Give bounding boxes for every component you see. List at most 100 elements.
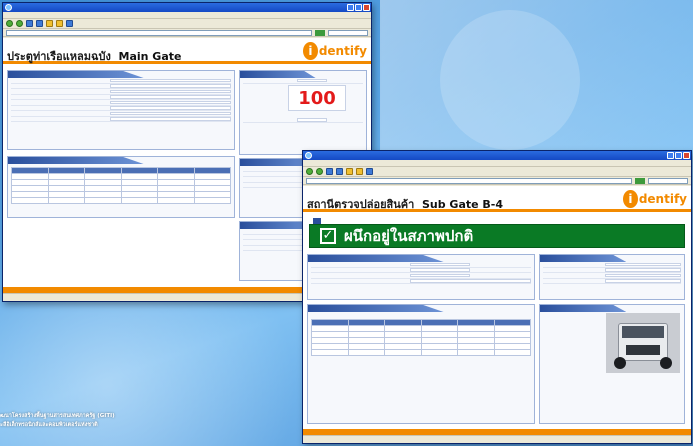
logo-mark: i: [303, 42, 318, 60]
page-title: สถานีตรวจปล่อยสินค้า Sub Gate B-4: [307, 195, 503, 213]
panel-header: [8, 71, 144, 78]
page-title-thai: สถานีตรวจปล่อยสินค้า: [307, 198, 415, 211]
forward-icon[interactable]: [316, 168, 323, 175]
footer-caption: ฒนาโครงสร้างพื้นฐานสารสนเทศภาครัฐ (GITI)…: [0, 412, 115, 430]
field: [110, 100, 231, 104]
minimize-button[interactable]: [667, 152, 674, 159]
back-icon[interactable]: [6, 20, 13, 27]
seal-history-panel: [307, 304, 535, 424]
ie-icon: [5, 4, 12, 11]
search-input[interactable]: [648, 177, 688, 184]
close-button[interactable]: [683, 152, 690, 159]
panel-header: [540, 305, 627, 312]
field: [297, 118, 327, 122]
field: [410, 273, 470, 277]
page-title-thai: ประตูท่าเรือแหลมฉบัง: [7, 50, 111, 63]
cargo-info-panel: [307, 254, 535, 300]
field: [110, 111, 231, 115]
logo-mark: i: [623, 190, 638, 208]
caption-line-1: ฒนาโครงสร้างพื้นฐานสารสนเทศภาครัฐ (GITI): [0, 413, 115, 419]
address-bar: [303, 177, 691, 185]
ie-icon: [305, 152, 312, 159]
close-button[interactable]: [363, 4, 370, 11]
form-row: [243, 118, 363, 123]
form-row: [11, 117, 231, 122]
field: [410, 262, 470, 266]
address-input[interactable]: [306, 177, 632, 184]
page-title-en: Main Gate: [118, 50, 182, 63]
page-title-en: Sub Gate B-4: [421, 198, 504, 211]
truck-windshield: [622, 326, 664, 338]
browser-window-sub-gate: สถานีตรวจปล่อยสินค้า Sub Gate B-4 i denti…: [302, 150, 692, 444]
favorites-icon[interactable]: [356, 168, 363, 175]
table-row[interactable]: [311, 349, 531, 356]
seal-status-message: ผนึกอยู่ในสภาพปกติ: [344, 227, 474, 245]
form-row: [543, 279, 681, 284]
field: [410, 279, 531, 283]
window-controls: [347, 4, 370, 11]
go-button[interactable]: [635, 177, 645, 184]
mail-icon[interactable]: [366, 168, 373, 175]
home-icon[interactable]: [46, 20, 53, 27]
vehicle-photo-panel: [539, 304, 685, 424]
history-panel: [7, 156, 235, 218]
seal-history-table: [311, 319, 531, 356]
logo-word: dentify: [318, 44, 367, 58]
go-button[interactable]: [315, 29, 325, 36]
field: [605, 273, 681, 277]
favorites-icon[interactable]: [56, 20, 63, 27]
field: [110, 106, 231, 110]
stop-icon[interactable]: [326, 168, 333, 175]
window-titlebar[interactable]: [3, 3, 371, 12]
field: [110, 84, 231, 88]
address-input[interactable]: [6, 29, 312, 36]
field: [110, 117, 231, 121]
maximize-button[interactable]: [355, 4, 362, 11]
weight-percent-display: 100: [288, 85, 346, 111]
panel-header: [308, 305, 444, 312]
forward-icon[interactable]: [16, 20, 23, 27]
logo-word: dentify: [638, 192, 687, 206]
panel-header: [240, 71, 316, 78]
field: [605, 268, 681, 272]
table-row[interactable]: [11, 197, 231, 204]
vehicle-info-panel: [7, 70, 235, 150]
window-titlebar[interactable]: [303, 151, 691, 160]
truck-wheel: [614, 357, 626, 369]
refresh-icon[interactable]: [36, 20, 43, 27]
menu-bar: [3, 12, 371, 19]
status-tag: [313, 218, 321, 224]
browser-toolbar: [3, 19, 371, 29]
window-controls: [667, 152, 690, 159]
check-icon: ✓: [320, 228, 336, 244]
identify-logo: i dentify: [623, 189, 687, 209]
identify-logo: i dentify: [303, 41, 367, 61]
truck-photo: [606, 313, 680, 373]
panel-header: [540, 255, 627, 262]
stop-icon[interactable]: [26, 20, 33, 27]
vehicle-info-panel: [539, 254, 685, 300]
back-icon[interactable]: [306, 168, 313, 175]
form-row: [311, 279, 531, 284]
home-icon[interactable]: [346, 168, 353, 175]
maximize-button[interactable]: [675, 152, 682, 159]
field: [410, 268, 470, 272]
refresh-icon[interactable]: [336, 168, 343, 175]
status-bar: [303, 435, 691, 443]
page-banner: สถานีตรวจปล่อยสินค้า Sub Gate B-4 i denti…: [303, 186, 691, 212]
truck-grille: [626, 345, 660, 355]
seal-status-banner: ✓ ผนึกอยู่ในสภาพปกติ: [309, 218, 685, 248]
field: [110, 78, 231, 82]
page-title: ประตูท่าเรือแหลมฉบัง Main Gate: [7, 47, 181, 65]
field: [110, 95, 231, 99]
search-input[interactable]: [328, 29, 368, 36]
caption-line-2: ะลีอิเล็กทรอนิกส์และคอมพิวเตอร์แห่งชาติ: [0, 422, 98, 428]
mail-icon[interactable]: [66, 20, 73, 27]
browser-toolbar: [303, 167, 691, 177]
page-banner: ประตูท่าเรือแหลมฉบัง Main Gate i dentify: [3, 38, 371, 64]
minimize-button[interactable]: [347, 4, 354, 11]
background-circle: [440, 10, 580, 150]
background-highlight: [380, 0, 693, 150]
address-bar: [3, 29, 371, 37]
form-row: [243, 78, 363, 84]
